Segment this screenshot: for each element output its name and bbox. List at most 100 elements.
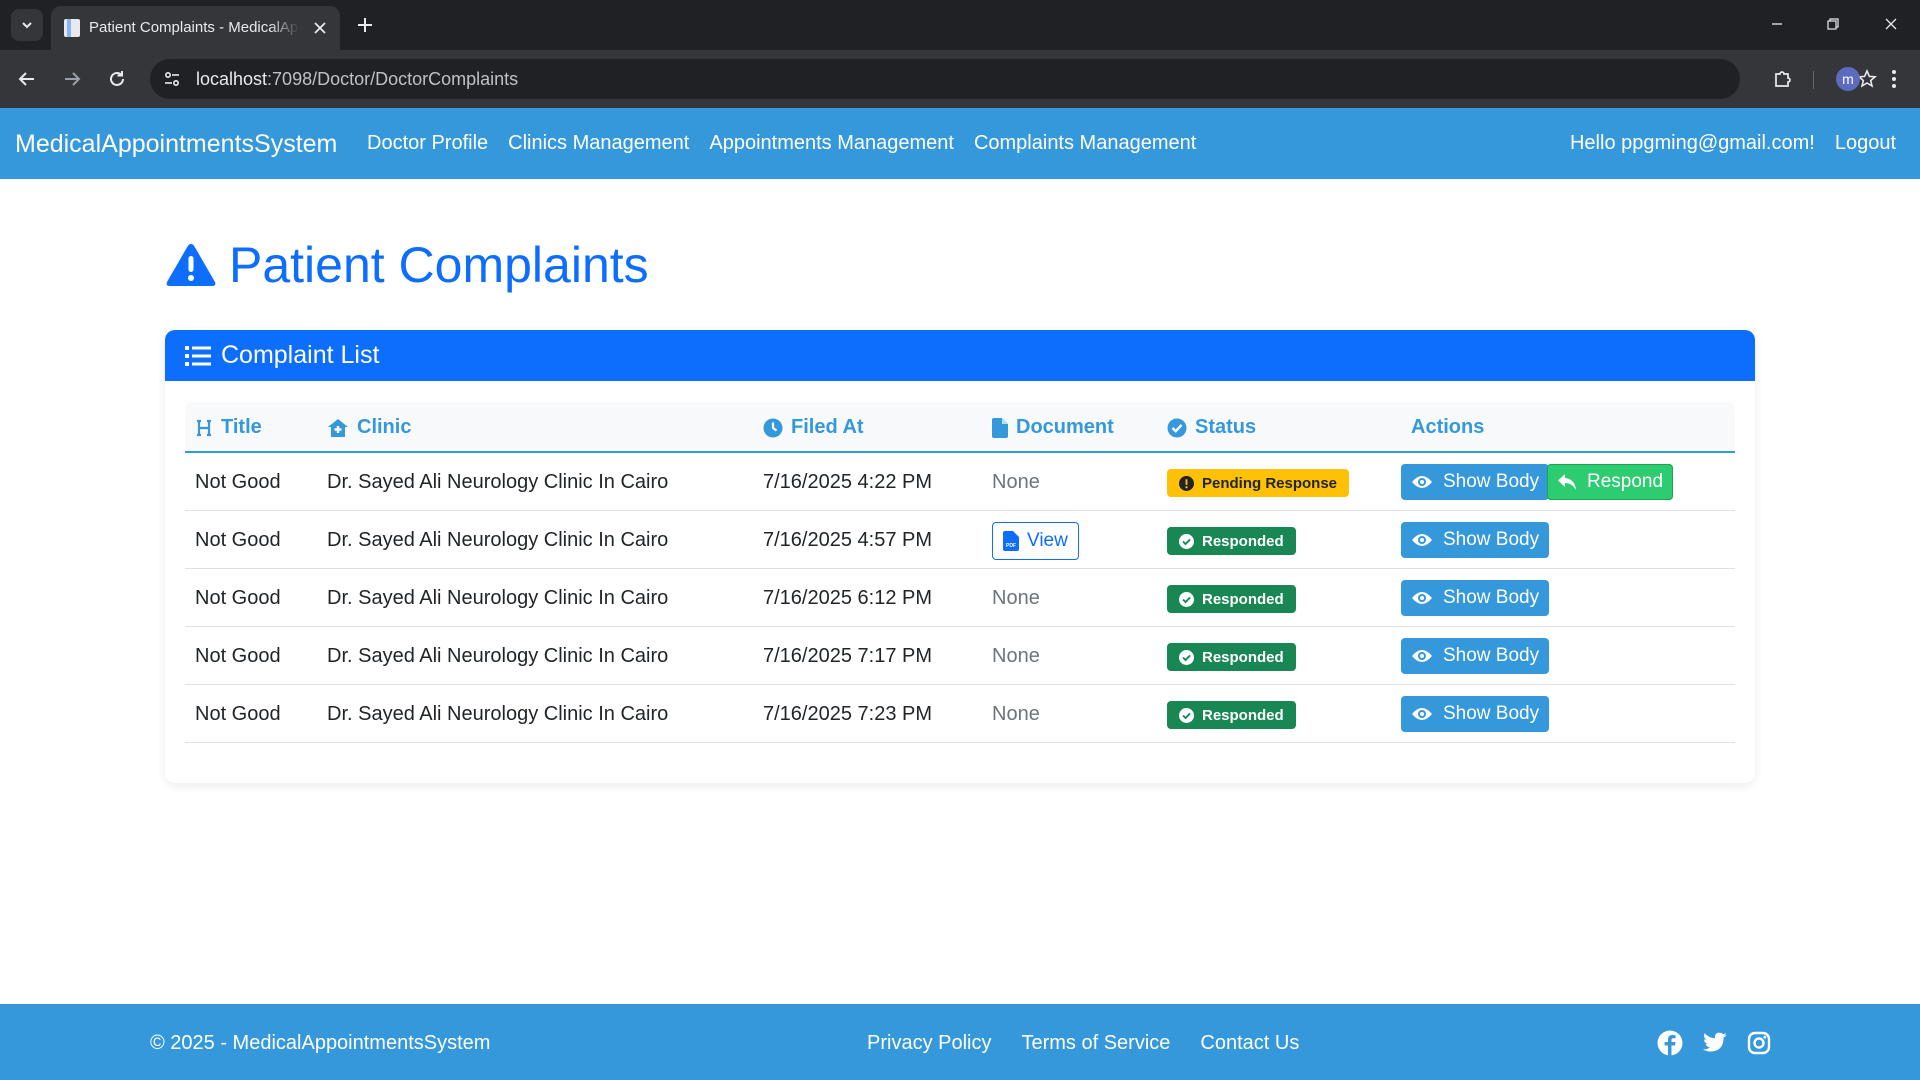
new-tab-button[interactable] (351, 11, 379, 39)
complaints-table: Title Clinic Filed At Document Status Ac… (185, 402, 1735, 743)
nav-appointments-management[interactable]: Appointments Management (709, 132, 954, 155)
nav-clinics-management[interactable]: Clinics Management (508, 132, 689, 155)
file-icon (992, 417, 1008, 438)
arrow-right-icon (65, 72, 81, 86)
browser-toolbar: localhost:7098/Doctor/DoctorComplaints (0, 50, 1920, 108)
user-greeting[interactable]: Hello ppgming@gmail.com! (1570, 132, 1815, 155)
url-path: :7098/Doctor/DoctorComplaints (267, 69, 519, 89)
nav-doctor-profile[interactable]: Doctor Profile (367, 132, 488, 155)
nav-complaints-management[interactable]: Complaints Management (974, 132, 1196, 155)
browser-tab[interactable]: Patient Complaints - MedicalAppointments… (51, 6, 340, 50)
forward-button[interactable] (55, 62, 89, 96)
row-clinic: Dr. Sayed Ali Neurology Clinic In Cairo (327, 471, 669, 493)
complaint-list-card: Complaint List Title Clinic Filed At Doc… (165, 330, 1755, 783)
toolbar-divider (1813, 71, 1814, 89)
row-filed-at: 7/16/2025 7:23 PM (763, 703, 933, 725)
table-header: Title Clinic Filed At Document Status Ac… (185, 402, 1735, 453)
eye-icon (1412, 708, 1432, 720)
brand-link[interactable]: MedicalAppointmentsSystem (15, 130, 337, 159)
column-clinic: Clinic (327, 416, 411, 439)
status-badge: Responded (1167, 585, 1296, 613)
facebook-icon[interactable] (1657, 1030, 1683, 1056)
card-header: Complaint List (165, 330, 1755, 381)
row-filed-at: 7/16/2025 7:17 PM (763, 645, 933, 667)
tab-title: Patient Complaints - MedicalAppointments… (89, 19, 299, 36)
close-tab-button[interactable] (310, 18, 330, 38)
row-title: Not Good (195, 703, 281, 725)
back-button[interactable] (10, 62, 44, 96)
column-filed-at: Filed At (763, 416, 864, 439)
reload-icon (110, 71, 124, 86)
terms-of-service-link[interactable]: Terms of Service (1021, 1032, 1170, 1055)
row-filed-at: 7/16/2025 4:22 PM (763, 471, 933, 493)
show-body-label: Show Body (1443, 703, 1540, 724)
privacy-policy-link[interactable]: Privacy Policy (867, 1032, 991, 1055)
row-clinic: Dr. Sayed Ali Neurology Clinic In Cairo (327, 703, 669, 725)
status-label: Pending Response (1202, 474, 1338, 492)
table-row: Not Good Dr. Sayed Ali Neurology Clinic … (185, 511, 1735, 569)
site-info-icon[interactable] (160, 67, 184, 91)
card-title: Complaint List (221, 341, 380, 369)
address-bar[interactable]: localhost:7098/Doctor/DoctorComplaints (150, 59, 1877, 99)
status-label: Responded (1202, 648, 1284, 666)
url-text[interactable]: localhost:7098/Doctor/DoctorComplaints (196, 69, 518, 90)
logout-button[interactable]: Logout (1835, 132, 1896, 155)
show-body-button[interactable]: Show Body (1401, 638, 1550, 674)
status-badge: Responded (1167, 701, 1296, 729)
column-actions-label: Actions (1411, 416, 1485, 438)
show-body-label: Show Body (1443, 529, 1540, 550)
row-title: Not Good (195, 529, 281, 551)
show-body-label: Show Body (1443, 587, 1540, 608)
tab-search-button[interactable] (11, 9, 43, 41)
exclamation-circle-icon (1179, 475, 1194, 491)
eye-icon (1412, 650, 1432, 662)
reload-button[interactable] (100, 62, 134, 96)
restore-icon (1827, 18, 1839, 30)
status-badge: Pending Response (1167, 469, 1350, 497)
browser-menu-button[interactable] (1880, 62, 1908, 96)
nav-links: Doctor Profile Clinics Management Appoin… (367, 132, 1196, 155)
browser-tab-bar: Patient Complaints - MedicalAppointments… (0, 0, 1920, 50)
row-title: Not Good (195, 471, 281, 493)
copyright-text: © 2025 - MedicalAppointmentsSystem (150, 1032, 491, 1054)
show-body-button[interactable]: Show Body (1401, 522, 1550, 558)
table-row: Not Good Dr. Sayed Ali Neurology Clinic … (185, 453, 1735, 511)
show-body-button[interactable]: Show Body (1401, 696, 1550, 732)
extensions-puzzle-icon[interactable] (1766, 62, 1800, 96)
show-body-button[interactable]: Show Body (1401, 580, 1550, 616)
page-title: Patient Complaints (165, 240, 649, 290)
twitter-icon[interactable] (1702, 1030, 1728, 1056)
respond-label: Respond (1587, 471, 1664, 492)
row-document-none: None (992, 471, 1040, 493)
clinic-house-icon (328, 418, 348, 437)
minimize-button[interactable] (1754, 0, 1800, 48)
close-window-button[interactable] (1868, 0, 1914, 48)
status-badge: Responded (1167, 643, 1296, 671)
app-navbar: MedicalAppointmentsSystem Doctor Profile… (0, 108, 1920, 179)
show-body-label: Show Body (1443, 645, 1540, 666)
column-clinic-label: Clinic (357, 416, 412, 438)
column-actions: Actions (1411, 416, 1484, 439)
arrow-left-icon (18, 72, 34, 86)
nav-user-area: Hello ppgming@gmail.com! Logout (1570, 132, 1896, 155)
instagram-icon[interactable] (1746, 1030, 1772, 1056)
table-row: Not Good Dr. Sayed Ali Neurology Clinic … (185, 685, 1735, 743)
footer-links: Privacy Policy Terms of Service Contact … (867, 1032, 1299, 1055)
respond-button[interactable]: Respond (1547, 464, 1674, 500)
column-document: Document (992, 416, 1114, 439)
contact-us-link[interactable]: Contact Us (1200, 1032, 1299, 1055)
show-body-button[interactable]: Show Body (1401, 464, 1550, 500)
view-document-button[interactable]: PDF View (992, 522, 1079, 560)
warning-triangle-icon (166, 244, 216, 286)
profile-avatar[interactable]: m (1836, 67, 1860, 91)
row-clinic: Dr. Sayed Ali Neurology Clinic In Cairo (327, 645, 669, 667)
column-status: Status (1167, 416, 1256, 439)
pdf-file-icon: PDF (1003, 531, 1019, 551)
check-circle-icon (1179, 707, 1194, 723)
check-circle-icon (1167, 418, 1187, 437)
column-title: Title (195, 416, 262, 439)
column-title-label: Title (221, 416, 262, 438)
page-heading: Patient Complaints (229, 237, 649, 293)
status-badge: Responded (1167, 527, 1296, 555)
restore-button[interactable] (1810, 0, 1856, 48)
